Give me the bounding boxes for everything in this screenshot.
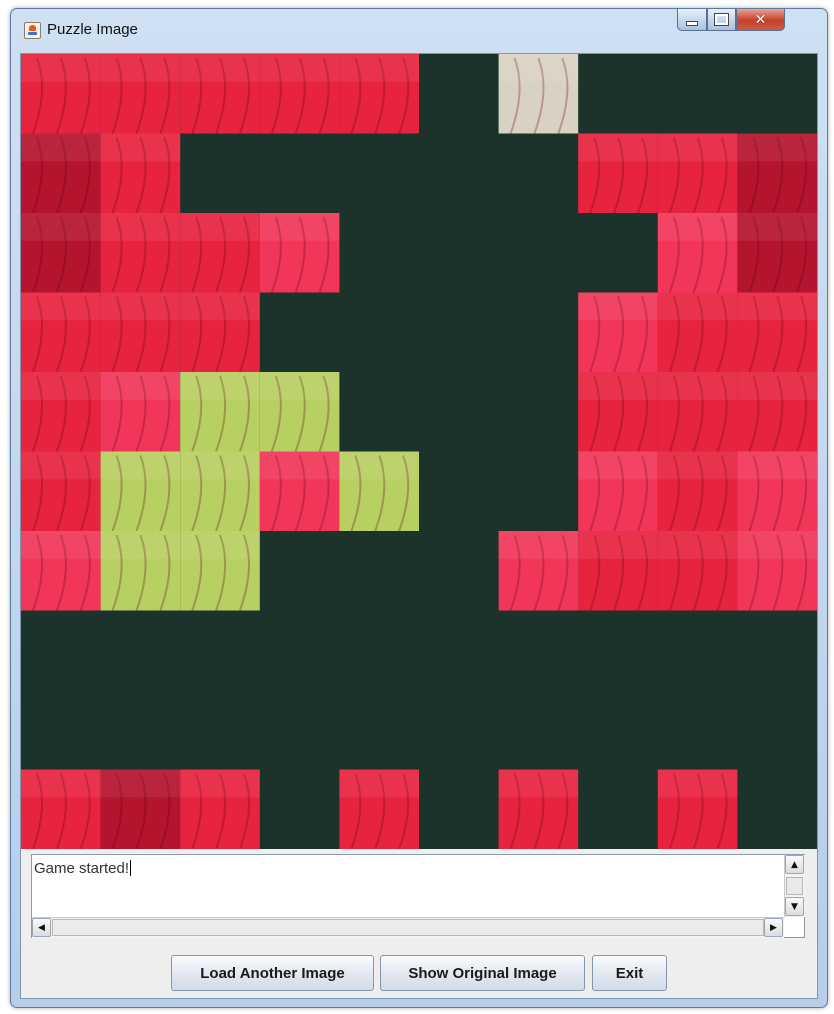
vertical-scroll-thumb[interactable] xyxy=(786,877,803,895)
puzzle-tile[interactable] xyxy=(737,292,817,373)
puzzle-tile[interactable] xyxy=(100,531,181,611)
puzzle-tile[interactable] xyxy=(657,451,738,532)
puzzle-tile[interactable] xyxy=(180,213,260,293)
puzzle-tile[interactable] xyxy=(21,769,101,850)
puzzle-tile[interactable] xyxy=(737,133,817,214)
scroll-up-icon[interactable]: ▲ xyxy=(785,855,804,874)
puzzle-tile[interactable] xyxy=(737,531,817,611)
java-app-icon xyxy=(24,22,41,39)
puzzle-tile[interactable] xyxy=(578,292,658,373)
exit-button[interactable]: Exit xyxy=(592,955,667,991)
puzzle-tile[interactable] xyxy=(657,372,738,452)
puzzle-tile[interactable] xyxy=(100,213,181,293)
scroll-down-icon[interactable]: ▼ xyxy=(785,897,804,916)
puzzle-tile[interactable] xyxy=(100,451,181,532)
window-title: Puzzle Image xyxy=(47,21,138,38)
title-bar[interactable]: Puzzle Image ✕ xyxy=(11,9,827,53)
minimize-button[interactable] xyxy=(677,9,707,31)
show-original-button[interactable]: Show Original Image xyxy=(380,955,585,991)
puzzle-tile[interactable] xyxy=(578,372,658,452)
puzzle-tile[interactable] xyxy=(100,769,181,850)
maximize-icon xyxy=(714,13,729,26)
puzzle-tile[interactable] xyxy=(657,531,738,611)
scroll-right-icon[interactable]: ▶ xyxy=(764,918,783,937)
puzzle-tile[interactable] xyxy=(657,213,738,293)
puzzle-tile[interactable] xyxy=(21,133,101,214)
puzzle-tile[interactable] xyxy=(657,292,738,373)
client-area: Game started! ▲ ▼ ◀ ▶ Load Another Image… xyxy=(20,53,818,999)
maximize-button[interactable] xyxy=(707,9,736,31)
puzzle-tile[interactable] xyxy=(578,531,658,611)
close-icon: ✕ xyxy=(754,11,767,28)
puzzle-tile[interactable] xyxy=(100,54,181,134)
puzzle-tile[interactable] xyxy=(180,531,260,611)
minimize-icon xyxy=(686,20,698,26)
puzzle-tile[interactable] xyxy=(498,531,579,611)
close-button[interactable]: ✕ xyxy=(736,9,785,31)
puzzle-tile[interactable] xyxy=(259,372,340,452)
puzzle-tile[interactable] xyxy=(657,133,738,214)
puzzle-tile[interactable] xyxy=(21,451,101,532)
puzzle-tile[interactable] xyxy=(737,451,817,532)
puzzle-tile[interactable] xyxy=(259,54,340,134)
puzzle-tile[interactable] xyxy=(180,54,260,134)
puzzle-tile[interactable] xyxy=(100,133,181,214)
horizontal-scrollbar[interactable]: ◀ ▶ xyxy=(32,917,784,938)
puzzle-tile[interactable] xyxy=(339,451,419,532)
vertical-scrollbar[interactable]: ▲ ▼ xyxy=(784,855,805,917)
puzzle-tile[interactable] xyxy=(259,451,340,532)
puzzle-tile[interactable] xyxy=(339,769,419,850)
puzzle-tile[interactable] xyxy=(180,292,260,373)
puzzle-tile[interactable] xyxy=(657,769,738,850)
puzzle-tile[interactable] xyxy=(21,292,101,373)
puzzle-tile[interactable] xyxy=(498,54,579,134)
puzzle-tile[interactable] xyxy=(180,372,260,452)
puzzle-tile[interactable] xyxy=(498,769,579,850)
puzzle-tile[interactable] xyxy=(578,451,658,532)
puzzle-tile[interactable] xyxy=(259,213,340,293)
horizontal-scroll-thumb[interactable] xyxy=(52,919,764,936)
puzzle-tile[interactable] xyxy=(21,213,101,293)
puzzle-tile[interactable] xyxy=(737,372,817,452)
puzzle-tile[interactable] xyxy=(339,54,419,134)
puzzle-window: Puzzle Image ✕ Game started! ▲ ▼ ◀ ▶ Loa… xyxy=(10,8,828,1008)
puzzle-tile[interactable] xyxy=(180,451,260,532)
puzzle-tile[interactable] xyxy=(100,292,181,373)
message-log[interactable]: Game started! ▲ ▼ ◀ ▶ xyxy=(31,854,805,938)
puzzle-tile[interactable] xyxy=(21,372,101,452)
puzzle-tiles[interactable] xyxy=(21,54,817,849)
load-image-button[interactable]: Load Another Image xyxy=(171,955,374,991)
button-bar: Load Another Image Show Original Image E… xyxy=(21,952,817,992)
puzzle-tile[interactable] xyxy=(737,213,817,293)
scroll-left-icon[interactable]: ◀ xyxy=(32,918,51,937)
puzzle-tile[interactable] xyxy=(100,372,181,452)
puzzle-tile[interactable] xyxy=(180,769,260,850)
puzzle-board[interactable] xyxy=(21,54,817,849)
puzzle-tile[interactable] xyxy=(578,133,658,214)
puzzle-tile[interactable] xyxy=(21,531,101,611)
log-text[interactable]: Game started! xyxy=(34,860,132,877)
puzzle-tile[interactable] xyxy=(21,54,101,134)
